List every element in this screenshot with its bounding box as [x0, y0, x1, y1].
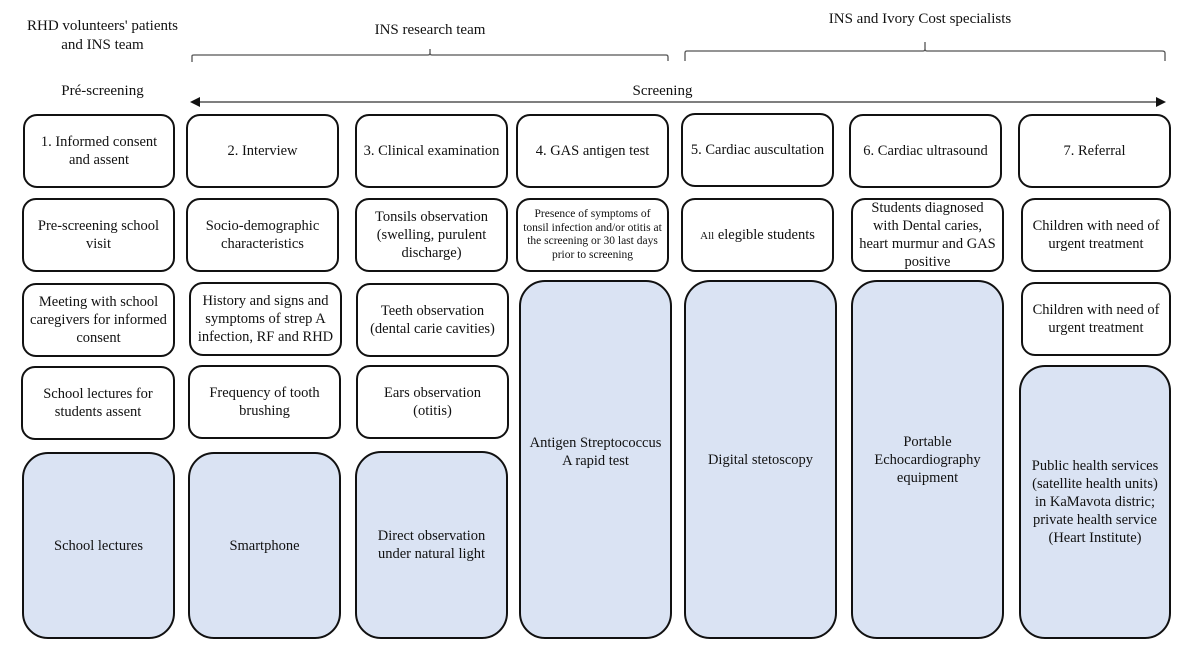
arrow-left-head — [190, 97, 200, 107]
step-box-2: 2. Interview — [186, 114, 339, 188]
arrow-right-head — [1156, 97, 1166, 107]
bracket-middle — [191, 49, 669, 62]
item-label-prefix: All — [700, 229, 715, 242]
item-box: History and signs and symptoms of strep … — [189, 282, 342, 356]
item-label: School lectures for students assent — [43, 386, 153, 420]
item-label: Students diagnosed with Dental caries, h… — [859, 200, 996, 270]
item-box: Socio-demographic characteristics — [186, 198, 339, 272]
item-label: Children with need of urgent treatment — [1032, 218, 1160, 252]
item-box: Frequency of tooth brushing — [188, 365, 341, 439]
step-box-1: 1. Informed consent and assent — [23, 114, 175, 188]
step-label: 7. Referral — [1063, 143, 1126, 159]
item-box: Students diagnosed with Dental caries, h… — [851, 198, 1004, 272]
item-label: Tonsils observation (swelling, purulent … — [375, 209, 488, 261]
tool-label: Public health services (satellite health… — [1031, 458, 1159, 546]
item-label: Frequency of tooth brushing — [209, 385, 320, 419]
tool-label: School lectures — [54, 537, 143, 554]
step-box-5: 5. Cardiac auscultation — [681, 113, 834, 187]
tool-label: Digital stetoscopy — [707, 451, 814, 468]
item-label-text: elegible students — [714, 226, 815, 243]
item-box: Ears observation (otitis) — [356, 365, 509, 439]
tool-label: Smartphone — [229, 537, 300, 554]
item-label: Ears observation (otitis) — [383, 385, 482, 419]
tool-label: Antigen Streptococcus A rapid test — [529, 435, 662, 469]
tool-box-2: Smartphone — [188, 452, 341, 639]
tool-box-6: Portable Echocardiography equipment — [851, 280, 1004, 639]
item-label: Children with need of urgent treatment — [1032, 302, 1160, 336]
tool-box-1: School lectures — [22, 452, 175, 639]
step-label: 6. Cardiac ultrasound — [863, 143, 988, 159]
item-label: Pre-screening school visit — [37, 218, 160, 252]
item-box: Tonsils observation (swelling, purulent … — [355, 198, 508, 272]
step-label: 2. Interview — [227, 143, 298, 159]
item-label: History and signs and symptoms of strep … — [197, 293, 334, 345]
tool-box-7: Public health services (satellite health… — [1019, 365, 1171, 639]
item-box: Meeting with school caregivers for infor… — [22, 283, 175, 357]
item-label: Meeting with school caregivers for infor… — [30, 294, 167, 346]
item-box: School lectures for students assent — [21, 366, 175, 440]
step-box-3: 3. Clinical examination — [355, 114, 508, 188]
tool-label: Direct observation under natural light — [377, 528, 486, 562]
item-box: Children with need of urgent treatment — [1021, 198, 1171, 272]
tool-box-5: Digital stetoscopy — [684, 280, 837, 639]
step-label: 3. Clinical examination — [363, 143, 500, 159]
step-box-6: 6. Cardiac ultrasound — [849, 114, 1002, 188]
item-box: Children with need of urgent treatment — [1021, 282, 1171, 356]
step-label: 1. Informed consent and assent — [40, 134, 158, 168]
connectors — [190, 42, 1166, 107]
step-box-7: 7. Referral — [1018, 114, 1171, 188]
item-box: Teeth observation (dental carie cavities… — [356, 283, 509, 357]
tool-box-4: Antigen Streptococcus A rapid test — [519, 280, 672, 639]
step-label: 4. GAS antigen test — [535, 143, 650, 159]
item-label: Presence of symptoms of tonsil infection… — [523, 208, 662, 261]
bracket-right — [684, 42, 1166, 61]
item-label: Teeth observation (dental carie cavities… — [370, 303, 495, 337]
step-label: 5. Cardiac auscultation — [690, 142, 825, 158]
item-label: All elegible students — [700, 226, 815, 245]
item-box: Pre-screening school visit — [22, 198, 175, 272]
screening-arrow — [190, 97, 1166, 107]
item-box: Presence of symptoms of tonsil infection… — [516, 198, 669, 272]
tool-box-3: Direct observation under natural light — [355, 451, 508, 639]
item-box: All elegible students — [681, 198, 834, 272]
step-box-4: 4. GAS antigen test — [516, 114, 669, 188]
item-label: Socio-demographic characteristics — [205, 218, 320, 252]
tool-label: Portable Echocardiography equipment — [874, 433, 981, 486]
